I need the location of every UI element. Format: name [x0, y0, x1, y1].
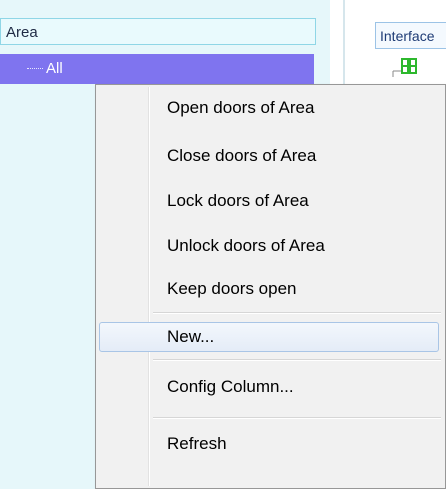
area-column-header[interactable]: Area — [0, 18, 316, 45]
menu-item-label: Unlock doors of Area — [167, 236, 325, 255]
menu-item-keep-doors-open[interactable]: Keep doors open — [99, 274, 439, 304]
menu-item-lock-doors[interactable]: Lock doors of Area — [99, 186, 439, 216]
menu-item-label: Keep doors open — [167, 279, 297, 298]
menu-item-label: Close doors of Area — [167, 146, 317, 165]
door-icon[interactable] — [391, 55, 419, 77]
menu-separator — [153, 417, 441, 419]
menu-item-label: Open doors of Area — [167, 98, 315, 117]
menu-item-label: Refresh — [167, 434, 227, 453]
menu-item-label: Config Column... — [167, 377, 294, 396]
tree-item-all[interactable]: All — [0, 54, 314, 84]
menu-item-close-doors[interactable]: Close doors of Area — [99, 141, 439, 171]
menu-item-label: New... — [167, 327, 215, 346]
menu-separator — [153, 359, 441, 361]
menu-item-config-column[interactable]: Config Column... — [99, 372, 439, 402]
interface-tab-label: Interface — [380, 28, 435, 44]
menu-item-new[interactable]: New... — [99, 322, 439, 352]
tree-item-label: All — [46, 60, 63, 77]
menu-item-unlock-doors[interactable]: Unlock doors of Area — [99, 231, 439, 261]
area-header-label: Area — [6, 24, 38, 41]
menu-item-refresh[interactable]: Refresh — [99, 429, 439, 459]
menu-item-label: Lock doors of Area — [167, 191, 309, 210]
menu-separator — [153, 312, 441, 314]
tab-interface[interactable]: Interface — [375, 22, 446, 49]
menu-item-open-doors[interactable]: Open doors of Area — [99, 93, 439, 123]
tree-connector-line — [27, 68, 43, 69]
context-menu: Open doors of Area Close doors of Area L… — [95, 84, 446, 489]
